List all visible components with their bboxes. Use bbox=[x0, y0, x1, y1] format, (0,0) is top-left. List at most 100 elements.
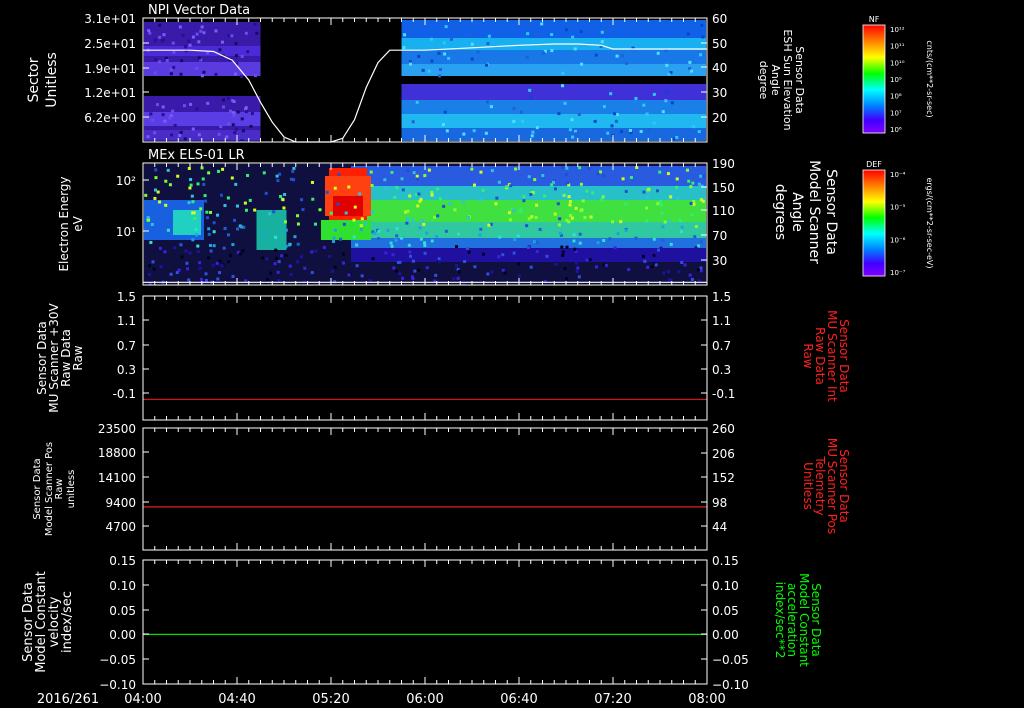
heat-speckle bbox=[180, 255, 184, 259]
heat-speckle bbox=[444, 229, 448, 233]
heat-speckle bbox=[652, 121, 656, 125]
heat-speckle bbox=[217, 132, 221, 136]
heat-speckle bbox=[463, 260, 467, 264]
heat-speckle bbox=[406, 209, 410, 213]
panel-frame-2 bbox=[142, 295, 708, 421]
heat-speckle bbox=[303, 266, 307, 270]
heat-speckle bbox=[609, 92, 613, 96]
colorbar-tick-label: 10⁹ bbox=[890, 76, 902, 84]
heat-speckle bbox=[535, 126, 539, 130]
heat-speckle bbox=[222, 105, 226, 109]
heat-speckle bbox=[573, 247, 577, 251]
heat-speckle bbox=[273, 262, 277, 266]
heat-speckle bbox=[444, 25, 448, 29]
y2-tick-label: 150 bbox=[712, 181, 735, 195]
heat-speckle bbox=[564, 28, 568, 32]
y2-axis-label: index/sec**2 bbox=[773, 582, 787, 659]
heat-speckle bbox=[693, 235, 697, 239]
heat-speckle bbox=[195, 233, 199, 237]
heat-speckle bbox=[509, 184, 513, 188]
heat-speckle bbox=[575, 269, 579, 273]
heat-speckle bbox=[390, 170, 394, 174]
heat-speckle bbox=[650, 265, 654, 269]
heat-speckle bbox=[149, 240, 153, 244]
heat-speckle bbox=[448, 202, 452, 206]
heat-speckle bbox=[169, 68, 173, 72]
heat-speckle bbox=[694, 224, 698, 228]
heat-speckle bbox=[164, 203, 168, 207]
heat-speckle bbox=[170, 133, 174, 137]
heat-speckle bbox=[322, 245, 326, 249]
heat-speckle bbox=[161, 105, 165, 109]
x-tick-label: 06:40 bbox=[500, 692, 537, 707]
heat-speckle bbox=[310, 271, 314, 275]
heat-speckle bbox=[159, 265, 163, 269]
heat-speckle bbox=[568, 203, 572, 207]
heat-speckle bbox=[255, 31, 259, 35]
heat-speckle bbox=[411, 277, 415, 281]
heat-speckle bbox=[702, 174, 706, 178]
heat-speckle bbox=[329, 211, 333, 215]
heat-speckle bbox=[687, 179, 691, 183]
heat-speckle bbox=[532, 240, 536, 244]
heat-speckle bbox=[151, 118, 155, 122]
heat-speckle bbox=[443, 52, 447, 56]
heat-speckle bbox=[147, 29, 151, 33]
heat-speckle bbox=[211, 263, 215, 267]
heat-speckle bbox=[564, 277, 568, 281]
heat-speckle bbox=[219, 125, 223, 129]
heat-speckle bbox=[204, 272, 208, 276]
colorbar-units: cnts/(cm**2-sr-sec) bbox=[925, 40, 934, 117]
y2-tick-label: 70 bbox=[712, 229, 727, 243]
heat-speckle bbox=[415, 174, 419, 178]
heat-speckle bbox=[209, 249, 213, 253]
heat-speckle bbox=[218, 48, 222, 52]
heat-speckle bbox=[676, 196, 680, 200]
heat-speckle bbox=[287, 243, 291, 247]
heat-speckle bbox=[183, 137, 187, 141]
heat-speckle bbox=[542, 51, 546, 55]
heat-speckle bbox=[531, 130, 535, 134]
heat-speckle bbox=[659, 203, 663, 207]
heat-speckle bbox=[538, 227, 542, 231]
heat-speckle bbox=[180, 59, 184, 63]
y2-tick-label: 1.1 bbox=[712, 314, 731, 328]
y-tick-label: 10¹ bbox=[116, 225, 136, 239]
heat-speckle bbox=[411, 120, 415, 124]
heat-speckle bbox=[352, 235, 356, 239]
heat-speckle bbox=[274, 235, 278, 239]
y2-tick-label: 0.10 bbox=[712, 579, 739, 593]
y2-tick-label: 0.3 bbox=[712, 363, 731, 377]
heat-speckle bbox=[244, 208, 248, 212]
heat-speckle bbox=[610, 124, 614, 128]
heat-speckle bbox=[231, 274, 235, 278]
heat-speckle bbox=[667, 72, 671, 76]
heat-speckle bbox=[233, 218, 237, 222]
heat-speckle bbox=[411, 259, 415, 263]
heat-speckle bbox=[611, 220, 615, 224]
heat-speckle bbox=[527, 217, 531, 221]
heat-speckle bbox=[179, 243, 183, 247]
heat-speckle bbox=[435, 235, 439, 239]
heat-speckle bbox=[153, 38, 157, 42]
heat-speckle bbox=[588, 258, 592, 262]
heat-speckle bbox=[391, 253, 395, 257]
y-tick-label: 0.00 bbox=[109, 628, 136, 642]
els-band bbox=[256, 210, 287, 250]
heat-speckle bbox=[625, 61, 629, 65]
heat-speckle bbox=[690, 69, 694, 73]
chart-title: MEx ELS-01 LR bbox=[148, 148, 245, 163]
heat-speckle bbox=[443, 110, 447, 114]
heat-speckle bbox=[352, 218, 356, 222]
heat-speckle bbox=[249, 124, 253, 128]
y-tick-label: −0.10 bbox=[99, 678, 136, 692]
heat-speckle bbox=[411, 218, 415, 222]
x-tick-label: 08:00 bbox=[688, 692, 725, 707]
heat-speckle bbox=[158, 246, 162, 250]
heat-speckle bbox=[222, 246, 226, 250]
heat-speckle bbox=[691, 181, 695, 185]
heat-speckle bbox=[218, 271, 222, 275]
heat-speckle bbox=[686, 32, 690, 36]
heat-speckle bbox=[163, 250, 167, 254]
heat-speckle bbox=[479, 227, 483, 231]
